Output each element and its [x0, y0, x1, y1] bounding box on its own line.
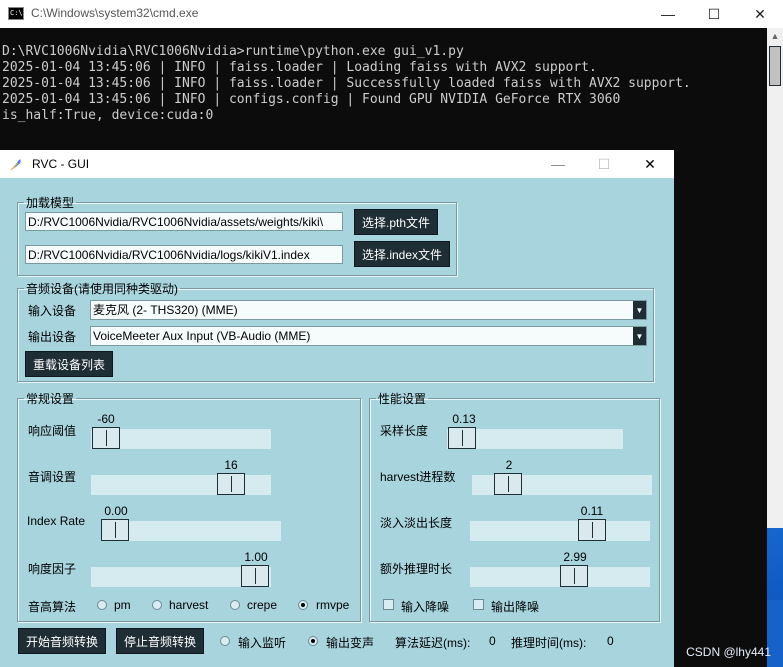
- input-device-value: 麦克风 (2- THS320) (MME): [93, 303, 238, 317]
- pitch-algo-label: 音高算法: [28, 600, 77, 614]
- pitch-value: 16: [224, 458, 238, 472]
- output-voice-radio[interactable]: [308, 636, 318, 646]
- pth-path-field[interactable]: D:/RVC1006Nvidia/RVC1006Nvidia/assets/we…: [25, 212, 343, 231]
- input-denoise-label: 输入降噪: [401, 600, 450, 614]
- input-monitor-radio[interactable]: [220, 636, 230, 646]
- start-conversion-button[interactable]: 开始音频转换: [18, 628, 106, 654]
- crossfade-slider[interactable]: [470, 519, 650, 541]
- slider-thumb[interactable]: [217, 473, 245, 495]
- loudness-slider[interactable]: [91, 565, 271, 587]
- algo-delay-label: 算法延迟(ms):: [395, 636, 471, 650]
- output-device-value: VoiceMeeter Aux Input (VB-Audio (MME): [93, 329, 311, 343]
- radio-rmvpe[interactable]: [298, 600, 308, 610]
- sample-length-slider[interactable]: [447, 427, 623, 449]
- output-denoise-checkbox[interactable]: [473, 599, 484, 610]
- crossfade-label: 淡入淡出长度: [380, 516, 453, 530]
- sample-length-value: 0.13: [452, 412, 476, 426]
- general-settings-legend: 常规设置: [26, 392, 75, 406]
- console-line: D:\RVC1006Nvidia\RVC1006Nvidia>runtime\p…: [2, 44, 464, 59]
- radio-rmvpe-label: rmvpe: [316, 598, 350, 612]
- select-pth-button[interactable]: 选择.pth文件: [354, 209, 438, 235]
- slider-thumb[interactable]: [92, 427, 120, 449]
- scroll-up-icon[interactable]: ▲: [767, 28, 783, 44]
- scrollbar-thumb[interactable]: [769, 46, 781, 86]
- crossfade-value: 0.11: [580, 504, 604, 518]
- reload-devices-button[interactable]: 重载设备列表: [25, 351, 113, 377]
- index-rate-value: 0.00: [104, 504, 128, 518]
- slider-thumb[interactable]: [560, 565, 588, 587]
- cmd-scrollbar[interactable]: ▲: [767, 28, 783, 528]
- rvc-titlebar[interactable]: RVC - GUI — ☐ ✕: [0, 150, 674, 178]
- performance-settings-legend: 性能设置: [378, 392, 427, 406]
- input-monitor-label: 输入监听: [238, 636, 287, 650]
- console-line: 2025-01-04 13:45:06 | INFO | faiss.loade…: [2, 60, 597, 75]
- extra-time-slider[interactable]: [470, 565, 650, 587]
- radio-pm-label: pm: [114, 598, 131, 612]
- harvest-procs-label: harvest进程数: [380, 470, 456, 484]
- console-line: is_half:True, device:cuda:0: [2, 108, 214, 123]
- close-button[interactable]: ✕: [627, 150, 673, 178]
- index-rate-slider[interactable]: [101, 519, 281, 541]
- radio-crepe[interactable]: [230, 600, 240, 610]
- rvc-gui-window: RVC - GUI — ☐ ✕ 加载模型 D:/RVC1006Nvidia/RV…: [0, 150, 674, 667]
- loudness-label: 响度因子: [28, 562, 77, 576]
- minimize-button[interactable]: —: [645, 0, 691, 28]
- load-model-legend: 加载模型: [26, 196, 75, 210]
- close-button[interactable]: ✕: [737, 0, 783, 28]
- sample-length-label: 采样长度: [380, 424, 429, 438]
- slider-thumb[interactable]: [578, 519, 606, 541]
- loudness-value: 1.00: [244, 550, 268, 564]
- radio-harvest-label: harvest: [169, 598, 209, 612]
- maximize-button[interactable]: ☐: [691, 0, 737, 28]
- pitch-label: 音调设置: [28, 470, 77, 484]
- inference-time-value: 0: [607, 634, 614, 648]
- radio-pm[interactable]: [97, 600, 107, 610]
- output-device-select[interactable]: VoiceMeeter Aux Input (VB-Audio (MME) ▼: [90, 326, 647, 346]
- radio-crepe-label: crepe: [247, 598, 278, 612]
- console-line: 2025-01-04 13:45:06 | INFO | faiss.loade…: [2, 76, 691, 91]
- rvc-window-title: RVC - GUI: [32, 157, 90, 171]
- minimize-button[interactable]: —: [535, 150, 581, 178]
- threshold-slider[interactable]: [91, 427, 271, 449]
- slider-thumb[interactable]: [241, 565, 269, 587]
- chevron-down-icon[interactable]: ▼: [633, 301, 646, 319]
- stop-conversion-button[interactable]: 停止音频转换: [116, 628, 204, 654]
- slider-thumb[interactable]: [448, 427, 476, 449]
- console-line: 2025-01-04 13:45:06 | INFO | configs.con…: [2, 92, 621, 107]
- radio-harvest[interactable]: [152, 600, 162, 610]
- extra-time-value: 2.99: [563, 550, 587, 564]
- index-rate-label: Index Rate: [27, 514, 86, 528]
- select-index-button[interactable]: 选择.index文件: [354, 241, 450, 267]
- output-voice-label: 输出变声: [326, 636, 375, 650]
- cmd-app-icon: C:\: [8, 7, 24, 20]
- algo-delay-value: 0: [489, 634, 496, 648]
- extra-time-label: 额外推理时长: [380, 562, 453, 576]
- feather-icon: [10, 159, 21, 171]
- harvest-procs-slider[interactable]: [472, 473, 652, 495]
- index-path-field[interactable]: D:/RVC1006Nvidia/RVC1006Nvidia/logs/kiki…: [25, 245, 343, 264]
- cmd-window-title: C:\Windows\system32\cmd.exe: [31, 6, 199, 20]
- slider-thumb[interactable]: [494, 473, 522, 495]
- input-denoise-checkbox[interactable]: [383, 599, 394, 610]
- chevron-down-icon[interactable]: ▼: [633, 327, 646, 345]
- threshold-value: -60: [97, 412, 115, 426]
- cmd-titlebar[interactable]: C:\ C:\Windows\system32\cmd.exe — ☐ ✕: [0, 0, 783, 28]
- csdn-watermark: CSDN @lhy441: [686, 645, 771, 659]
- slider-thumb[interactable]: [101, 519, 129, 541]
- input-device-select[interactable]: 麦克风 (2- THS320) (MME) ▼: [90, 300, 647, 320]
- output-denoise-label: 输出降噪: [491, 600, 540, 614]
- pitch-slider[interactable]: [91, 473, 271, 495]
- output-device-label: 输出设备: [28, 330, 77, 344]
- harvest-procs-value: 2: [505, 458, 513, 472]
- audio-device-legend: 音频设备(请使用同种类驱动): [26, 282, 178, 296]
- maximize-button[interactable]: ☐: [581, 150, 627, 178]
- inference-time-label: 推理时间(ms):: [511, 636, 587, 650]
- input-device-label: 输入设备: [28, 304, 77, 318]
- threshold-label: 响应阈值: [28, 424, 77, 438]
